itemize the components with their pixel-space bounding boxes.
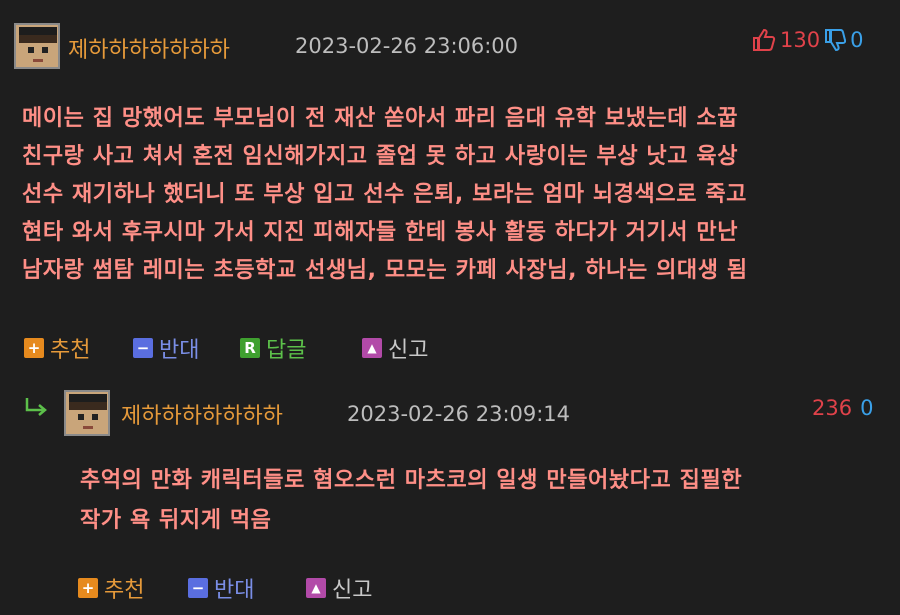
reply-body: 추억의 만화 캐릭터들로 혐오스런 마츠코의 일생 만들어놨다고 집필한 작가 … [80, 462, 742, 542]
upvote-count: 236 [812, 396, 853, 420]
avatar [64, 390, 110, 436]
plus-square-icon: + [78, 578, 98, 598]
reply-datetime: 2023-02-26 23:09:14 [347, 402, 571, 426]
comment-line: 현타 와서 후쿠시마 가서 지진 피해자들 한테 봉사 활동 하다가 거기서 만… [22, 220, 739, 245]
recommend-label: 추천 [104, 578, 145, 603]
oppose-button[interactable]: − 반대 [133, 332, 199, 364]
report-button[interactable]: ▲ 신고 [362, 332, 428, 364]
reply-line: 작가 욕 뒤지게 먹음 [80, 508, 272, 533]
minus-square-icon: − [133, 338, 153, 358]
thumbs-down-icon[interactable] [824, 29, 847, 51]
reply-label: 답글 [266, 338, 307, 363]
comment-line: 남자랑 썸탐 레미는 초등학교 선생님, 모모는 카페 사장님, 하나는 의대생… [22, 258, 748, 283]
oppose-button[interactable]: − 반대 [188, 572, 254, 604]
recommend-label: 추천 [50, 338, 91, 363]
comment-nickname[interactable]: 제하하하하하하하 [68, 32, 230, 64]
reply-arrow-icon [24, 396, 50, 424]
report-label: 신고 [332, 578, 373, 603]
comment-line: 친구랑 사고 쳐서 혼전 임신해가지고 졸업 못 하고 사랑이는 부상 낫고 육… [22, 144, 739, 169]
reply-vote-counts: 236 0 [812, 396, 873, 420]
downvote-count: 0 [860, 396, 874, 420]
minus-square-icon: − [188, 578, 208, 598]
comment-line: 선수 재기하나 했더니 또 부상 입고 선수 은퇴, 보라는 엄마 뇌경색으로 … [22, 182, 748, 207]
thumbs-up-icon[interactable] [752, 29, 776, 51]
siren-icon: ▲ [306, 578, 326, 598]
r-square-icon: R [240, 338, 260, 358]
report-button[interactable]: ▲ 신고 [306, 572, 372, 604]
siren-icon: ▲ [362, 338, 382, 358]
comment-datetime: 2023-02-26 23:06:00 [295, 34, 519, 58]
report-label: 신고 [388, 338, 429, 363]
comment-line: 메이는 집 망했어도 부모님이 전 재산 쏟아서 파리 음대 유학 보냈는데 소… [22, 106, 739, 131]
comment-body: 메이는 집 망했어도 부모님이 전 재산 쏟아서 파리 음대 유학 보냈는데 소… [22, 100, 748, 290]
oppose-label: 반대 [214, 578, 255, 603]
recommend-button[interactable]: + 추천 [78, 572, 144, 604]
recommend-button[interactable]: + 추천 [24, 332, 90, 364]
plus-square-icon: + [24, 338, 44, 358]
reply-button[interactable]: R 답글 [240, 332, 306, 364]
downvote-count: 0 [850, 28, 864, 52]
avatar [14, 23, 60, 69]
reply-line: 추억의 만화 캐릭터들로 혐오스런 마츠코의 일생 만들어놨다고 집필한 [80, 468, 743, 493]
comment-vote-counts: 130 0 [752, 28, 863, 52]
reply-nickname[interactable]: 제하하하하하하하 [121, 398, 283, 430]
oppose-label: 반대 [159, 338, 200, 363]
upvote-count: 130 [780, 28, 821, 52]
